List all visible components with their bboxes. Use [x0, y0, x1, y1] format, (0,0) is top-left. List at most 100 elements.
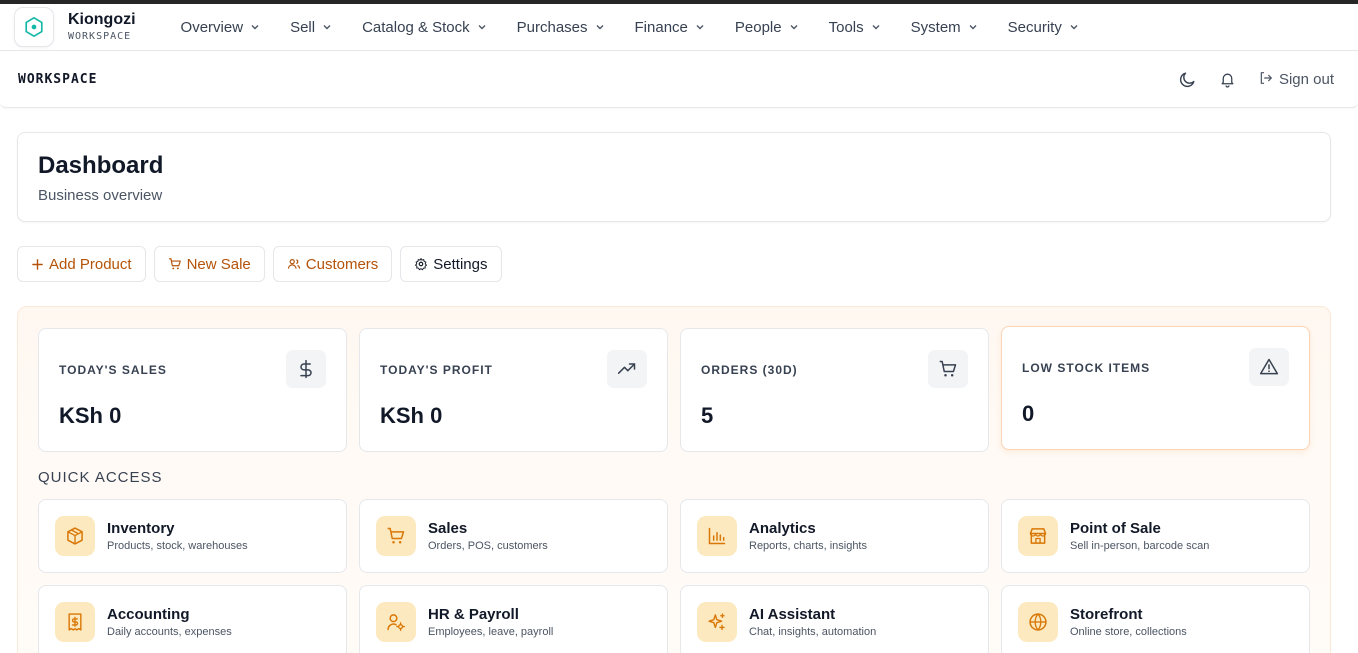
dollar-icon	[286, 350, 326, 388]
chevron-down-icon	[250, 22, 260, 32]
stat-card-todays-profit: TODAY'S PROFIT KSh 0	[359, 328, 668, 452]
stat-value: KSh 0	[59, 403, 122, 428]
chevron-down-icon	[695, 22, 705, 32]
settings-button[interactable]: Settings	[400, 246, 502, 282]
nav-item-label: Purchases	[516, 18, 588, 36]
tile-title: Accounting	[107, 606, 190, 623]
tile-title: Analytics	[749, 520, 816, 537]
tile-subtitle: Chat, insights, automation	[749, 626, 877, 638]
tile-subtitle: Products, stock, warehouses	[107, 540, 248, 552]
tile-title: AI Assistant	[749, 606, 836, 623]
add-product-button[interactable]: Add Product	[17, 246, 146, 282]
sign-out-icon	[1258, 70, 1274, 90]
quick-access-inventory[interactable]: Inventory Products, stock, warehouses	[38, 499, 347, 573]
stat-value: KSh 0	[380, 403, 443, 428]
quick-access-sales[interactable]: Sales Orders, POS, customers	[359, 499, 668, 573]
box-icon	[55, 516, 95, 556]
stat-card-todays-sales: TODAY'S SALES KSh 0	[38, 328, 347, 452]
customers-label: Customers	[305, 255, 379, 273]
stat-label: LOW STOCK ITEMS	[1022, 361, 1151, 375]
nav-item-sell[interactable]: Sell	[290, 19, 332, 36]
chevron-down-icon	[789, 22, 799, 32]
nav-item-label: Security	[1007, 18, 1062, 36]
stat-label: ORDERS (30D)	[701, 363, 798, 377]
cart-icon	[928, 350, 968, 388]
tile-subtitle: Reports, charts, insights	[749, 540, 867, 552]
add-product-label: Add Product	[49, 255, 132, 273]
tile-subtitle: Employees, leave, payroll	[428, 626, 554, 638]
stat-value: 0	[1022, 401, 1035, 426]
chevron-down-icon	[595, 22, 605, 32]
sign-out-button[interactable]: Sign out	[1258, 70, 1334, 90]
nav-item-finance[interactable]: Finance	[635, 19, 705, 36]
moon-icon[interactable]	[1178, 70, 1198, 90]
store-icon	[1018, 516, 1058, 556]
overview-panel: TODAY'S SALES KSh 0 TODAY'S PROFIT KSh 0…	[17, 306, 1331, 653]
nav-item-overview[interactable]: Overview	[181, 19, 261, 36]
gear-icon	[414, 257, 428, 271]
stat-value: 5	[701, 403, 714, 428]
quick-actions-bar: Add Product New Sale Customers Settings	[17, 246, 510, 282]
tile-subtitle: Sell in-person, barcode scan	[1070, 540, 1210, 552]
nav-item-people[interactable]: People	[735, 19, 799, 36]
stat-card-low-stock-items: LOW STOCK ITEMS 0	[1001, 326, 1310, 450]
nav-item-label: Sell	[290, 18, 316, 36]
quick-access-ai-assistant[interactable]: AI Assistant Chat, insights, automation	[680, 585, 989, 653]
settings-label: Settings	[433, 255, 488, 273]
quick-access-hr-payroll[interactable]: HR & Payroll Employees, leave, payroll	[359, 585, 668, 653]
users-icon	[287, 257, 301, 271]
chevron-down-icon	[968, 22, 978, 32]
bell-icon[interactable]	[1218, 70, 1238, 90]
chevron-down-icon	[1069, 22, 1079, 32]
tile-title: Sales	[428, 520, 468, 537]
cart-icon	[376, 516, 416, 556]
customers-button[interactable]: Customers	[272, 246, 393, 282]
nav-item-label: System	[910, 18, 961, 36]
chevron-down-icon	[477, 22, 487, 32]
workspace-header: WORKSPACE Sign out	[0, 52, 1358, 108]
sign-out-label: Sign out	[1278, 71, 1334, 88]
brand[interactable]: Kiongozi WORKSPACE	[14, 7, 136, 47]
nav-item-label: Overview	[180, 18, 244, 36]
nav-item-catalog-stock[interactable]: Catalog & Stock	[362, 19, 487, 36]
top-navigation: Kiongozi WORKSPACE Overview Sell Catalog…	[0, 4, 1358, 51]
stat-label: TODAY'S SALES	[59, 363, 167, 377]
brand-name: Kiongozi	[68, 10, 136, 28]
nav-menu: Overview Sell Catalog & Stock Purchases …	[181, 19, 1109, 36]
chevron-down-icon	[322, 22, 332, 32]
brand-logo-icon	[14, 7, 54, 47]
nav-item-label: Finance	[634, 18, 688, 36]
page-title: Dashboard	[38, 152, 164, 179]
sparkles-icon	[697, 602, 737, 642]
nav-item-tools[interactable]: Tools	[829, 19, 881, 36]
tile-subtitle: Orders, POS, customers	[428, 540, 548, 552]
quick-access-analytics[interactable]: Analytics Reports, charts, insights	[680, 499, 989, 573]
bar-chart-icon	[697, 516, 737, 556]
brand-subtitle: WORKSPACE	[68, 30, 132, 42]
stat-card-orders-30d: ORDERS (30D) 5	[680, 328, 989, 452]
nav-item-purchases[interactable]: Purchases	[517, 19, 605, 36]
tile-title: Point of Sale	[1070, 520, 1161, 537]
quick-access-point-of-sale[interactable]: Point of Sale Sell in-person, barcode sc…	[1001, 499, 1310, 573]
tile-title: HR & Payroll	[428, 606, 519, 623]
workspace-label: WORKSPACE	[18, 72, 98, 87]
page-header-card: Dashboard Business overview	[17, 132, 1331, 222]
new-sale-button[interactable]: New Sale	[153, 246, 265, 282]
quick-access-accounting[interactable]: Accounting Daily accounts, expenses	[38, 585, 347, 653]
nav-item-label: Catalog & Stock	[362, 18, 470, 36]
nav-item-label: People	[734, 18, 782, 36]
tile-title: Inventory	[107, 520, 175, 537]
trending-up-icon	[607, 350, 647, 388]
quick-access-storefront[interactable]: Storefront Online store, collections	[1001, 585, 1310, 653]
page-subtitle: Business overview	[38, 187, 163, 204]
nav-item-label: Tools	[828, 18, 864, 36]
new-sale-label: New Sale	[186, 255, 251, 273]
plus-icon	[31, 258, 44, 271]
tile-subtitle: Online store, collections	[1070, 626, 1187, 638]
nav-item-system[interactable]: System	[911, 19, 978, 36]
nav-item-security[interactable]: Security	[1008, 19, 1079, 36]
tile-subtitle: Daily accounts, expenses	[107, 626, 232, 638]
tile-title: Storefront	[1070, 606, 1143, 623]
cart-icon	[168, 257, 182, 271]
alert-triangle-icon	[1249, 348, 1289, 386]
